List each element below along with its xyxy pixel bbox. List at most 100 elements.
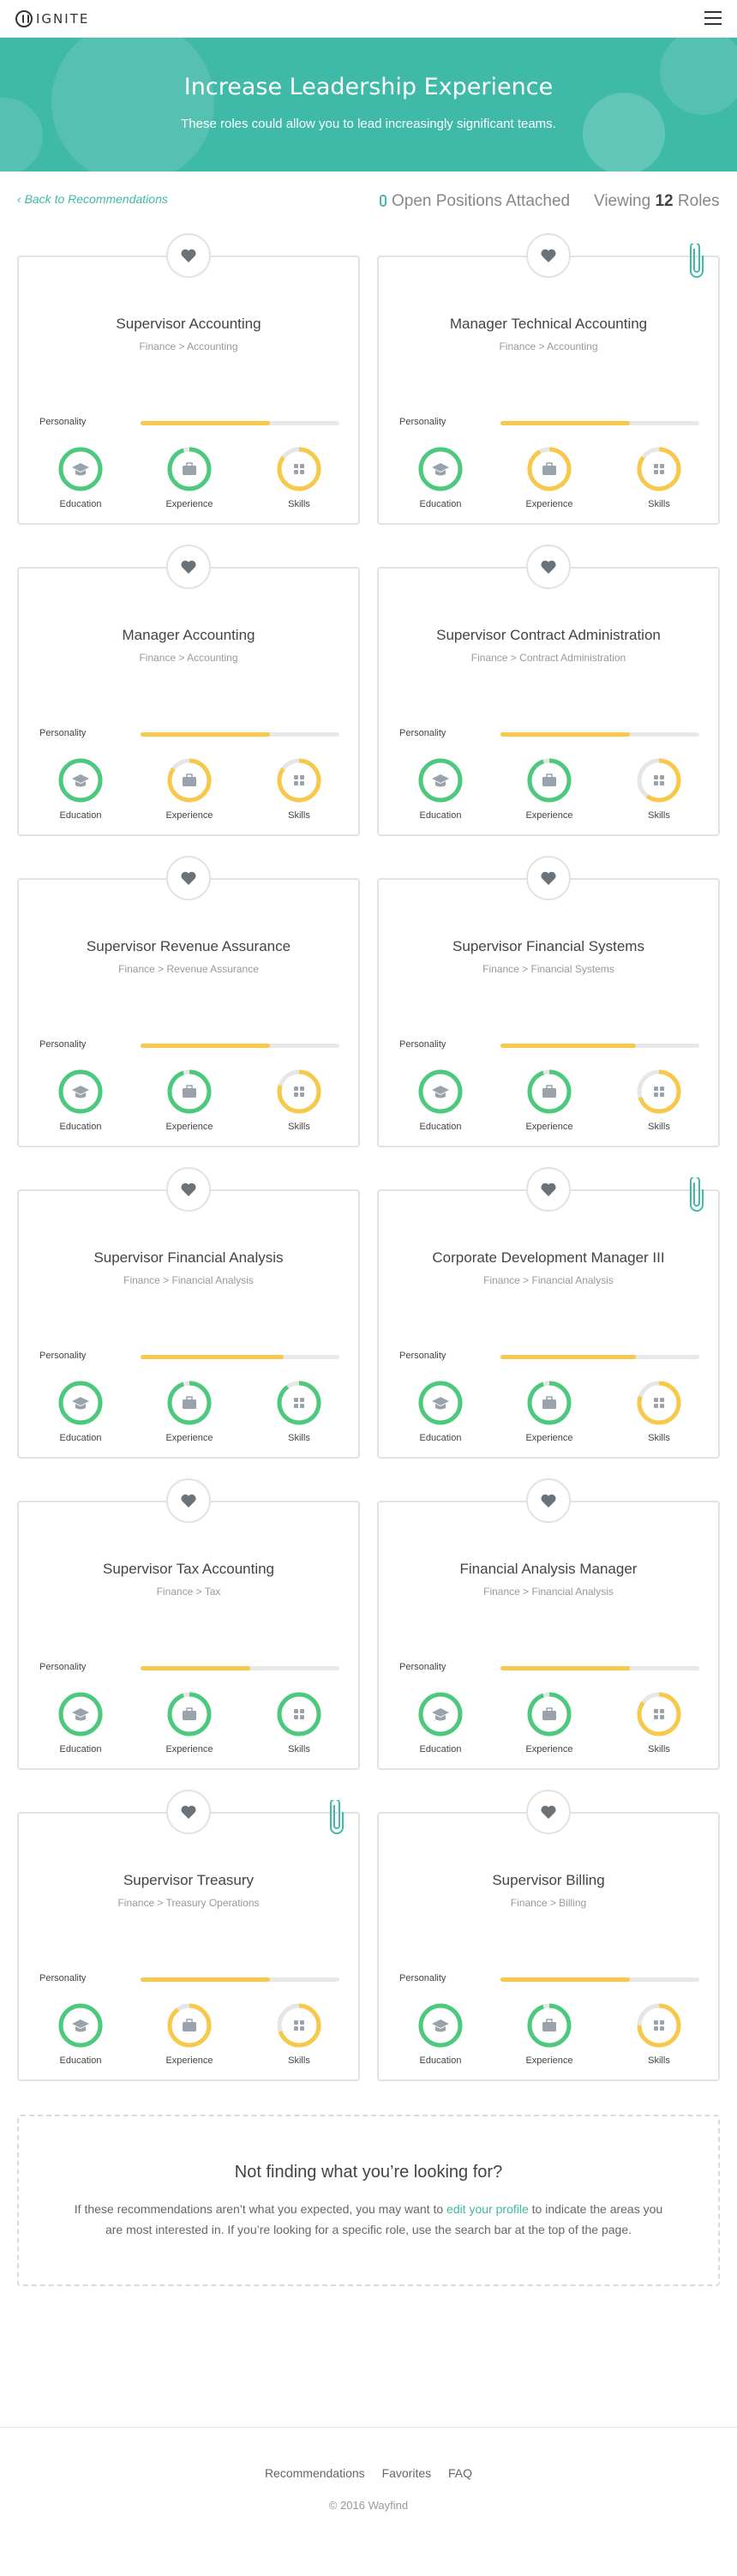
logo-text: IGNITE: [36, 11, 90, 27]
personality-label: Personality: [399, 1662, 446, 1672]
personality-bar-fill: [500, 1044, 636, 1048]
education-score: Education: [406, 1691, 475, 1754]
heart-icon: [541, 560, 556, 574]
role-card[interactable]: Corporate Development Manager III Finance…: [377, 1167, 720, 1459]
favorite-button[interactable]: [526, 856, 571, 900]
personality-bar: [141, 1977, 339, 1982]
personality-bar-fill: [141, 732, 270, 737]
favorite-button[interactable]: [166, 1478, 211, 1523]
education-score: Education: [46, 1068, 115, 1132]
education-score: Education: [406, 1068, 475, 1132]
personality-bar: [500, 732, 699, 737]
experience-score-ring: [167, 1692, 212, 1736]
role-card[interactable]: Supervisor Contract Administration Financ…: [377, 545, 720, 836]
footer-link-recommendations[interactable]: Recommendations: [265, 2466, 365, 2480]
briefcase-icon: [183, 1085, 196, 1098]
viewing-number: 12: [655, 192, 674, 210]
role-card[interactable]: Supervisor Billing Finance > Billing Perso…: [377, 1790, 720, 2081]
role-card[interactable]: Supervisor Financial Systems Finance > Fi…: [377, 856, 720, 1147]
graduation-cap-icon: [432, 2019, 449, 2032]
graduation-cap-icon: [432, 1397, 449, 1410]
experience-score-ring: [167, 1069, 212, 1114]
experience-label: Experience: [165, 499, 213, 509]
graduation-cap-icon: [72, 1708, 89, 1721]
education-score: Education: [46, 2002, 115, 2066]
grid-icon: [294, 775, 304, 785]
skills-score: Skills: [625, 757, 693, 821]
role-card[interactable]: Supervisor Financial Analysis Finance > F…: [17, 1167, 360, 1459]
skills-label: Skills: [648, 810, 670, 821]
education-score-ring: [418, 1069, 463, 1114]
favorite-button[interactable]: [166, 545, 211, 589]
experience-score-ring: [527, 447, 572, 491]
role-card[interactable]: Financial Analysis Manager Finance > Fina…: [377, 1478, 720, 1770]
footer-link-faq[interactable]: FAQ: [448, 2466, 472, 2480]
experience-score: Experience: [155, 1068, 224, 1132]
skills-score: Skills: [265, 757, 333, 821]
skills-score-ring: [637, 758, 681, 803]
graduation-cap-icon: [72, 2019, 89, 2032]
role-title: Supervisor Accounting: [116, 316, 261, 332]
favorite-button[interactable]: [166, 1790, 211, 1834]
hamburger-menu-icon[interactable]: [704, 11, 722, 25]
personality-bar: [500, 1044, 699, 1048]
experience-score-ring: [527, 1069, 572, 1114]
education-label: Education: [419, 499, 462, 509]
experience-score: Experience: [155, 446, 224, 509]
personality-bar-fill: [141, 1977, 270, 1982]
skills-score-ring: [277, 1069, 321, 1114]
favorite-button[interactable]: [166, 856, 211, 900]
skills-label: Skills: [648, 1122, 670, 1132]
back-to-recommendations-link[interactable]: ‹ Back to Recommendations: [17, 192, 168, 206]
personality-bar-fill: [141, 1044, 270, 1048]
graduation-cap-icon: [432, 1086, 449, 1098]
skills-score: Skills: [625, 1691, 693, 1754]
experience-label: Experience: [165, 1744, 213, 1754]
experience-score: Experience: [155, 2002, 224, 2066]
education-label: Education: [419, 2055, 462, 2066]
briefcase-icon: [183, 2019, 196, 2031]
role-card[interactable]: Manager Technical Accounting Finance > Ac…: [377, 233, 720, 525]
favorite-button[interactable]: [526, 1790, 571, 1834]
not-finding-title: Not finding what you’re looking for?: [234, 2163, 503, 2182]
role-card[interactable]: Supervisor Accounting Finance > Accountin…: [17, 233, 360, 525]
education-label: Education: [59, 1122, 102, 1132]
skills-score-ring: [277, 1692, 321, 1736]
favorite-button[interactable]: [166, 1167, 211, 1212]
role-card[interactable]: Manager Accounting Finance > Accounting Pe…: [17, 545, 360, 836]
paperclip-icon: [329, 1798, 345, 1834]
experience-score: Experience: [515, 2002, 584, 2066]
favorite-button[interactable]: [526, 233, 571, 278]
role-card[interactable]: Supervisor Tax Accounting Finance > Tax Pe…: [17, 1478, 360, 1770]
footer-link-favorites[interactable]: Favorites: [382, 2466, 432, 2480]
personality-label: Personality: [39, 1039, 87, 1050]
favorite-button[interactable]: [526, 1167, 571, 1212]
briefcase-icon: [542, 773, 556, 786]
personality-bar-fill: [141, 1666, 250, 1670]
personality-bar-fill: [500, 1977, 630, 1982]
favorite-button[interactable]: [526, 545, 571, 589]
circle-decoration: [0, 98, 43, 172]
role-card[interactable]: Supervisor Treasury Finance > Treasury Op…: [17, 1790, 360, 2081]
role-title: Corporate Development Manager III: [432, 1249, 665, 1266]
education-label: Education: [59, 2055, 102, 2066]
personality-label: Personality: [39, 728, 87, 738]
role-title: Financial Analysis Manager: [459, 1561, 638, 1577]
edit-profile-link[interactable]: edit your profile: [446, 2202, 529, 2216]
briefcase-icon: [183, 462, 196, 475]
favorite-button[interactable]: [166, 233, 211, 278]
role-category: Finance > Tax: [156, 1586, 221, 1598]
favorite-button[interactable]: [526, 1478, 571, 1523]
personality-bar-fill: [141, 421, 270, 425]
paperclip-icon: [689, 1176, 704, 1212]
experience-score: Experience: [155, 1691, 224, 1754]
skills-score-ring: [637, 1069, 681, 1114]
not-finding-text-before: If these recommendations aren’t what you…: [74, 2202, 447, 2216]
role-title: Supervisor Tax Accounting: [102, 1561, 275, 1577]
brand-logo[interactable]: IGNITE: [15, 10, 89, 27]
role-card[interactable]: Supervisor Revenue Assurance Finance > Re…: [17, 856, 360, 1147]
role-category: Finance > Treasury Operations: [117, 1897, 260, 1909]
role-category: Finance > Financial Analysis: [123, 1274, 254, 1286]
logo-icon: [15, 10, 33, 27]
open-positions-label: Open Positions Attached: [392, 192, 571, 210]
